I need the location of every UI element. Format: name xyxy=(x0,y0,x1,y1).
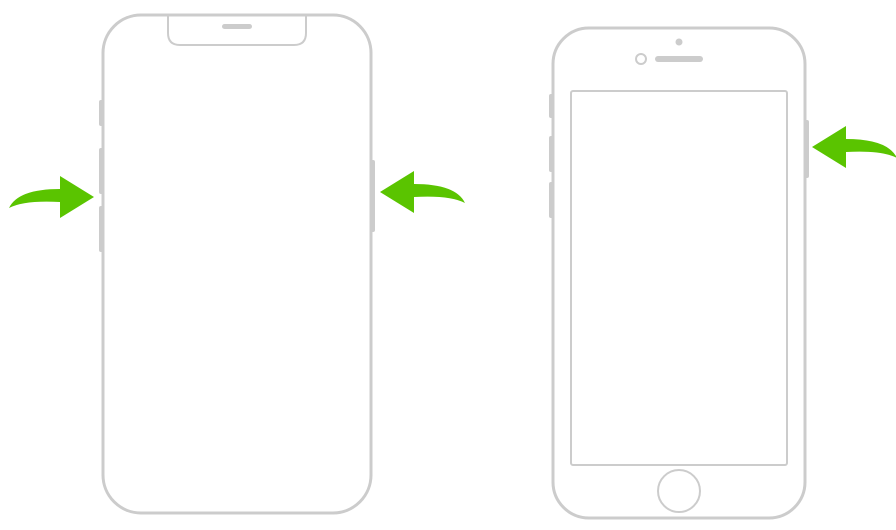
iphone-home-button xyxy=(658,470,700,512)
arrow-right-phone2-icon xyxy=(810,122,896,172)
iphone-home-diagram xyxy=(0,0,896,530)
iphone-home-sensor xyxy=(676,39,683,46)
iphone-home-side-button xyxy=(805,120,809,178)
iphone-home-ringer-switch xyxy=(549,94,553,118)
iphone-home-body xyxy=(553,28,805,518)
iphone-home-screen xyxy=(571,91,787,465)
iphone-home-volume-down xyxy=(549,182,553,218)
iphone-home-camera xyxy=(636,54,646,64)
iphone-home-volume-up xyxy=(549,136,553,172)
iphone-home-speaker xyxy=(655,56,703,62)
